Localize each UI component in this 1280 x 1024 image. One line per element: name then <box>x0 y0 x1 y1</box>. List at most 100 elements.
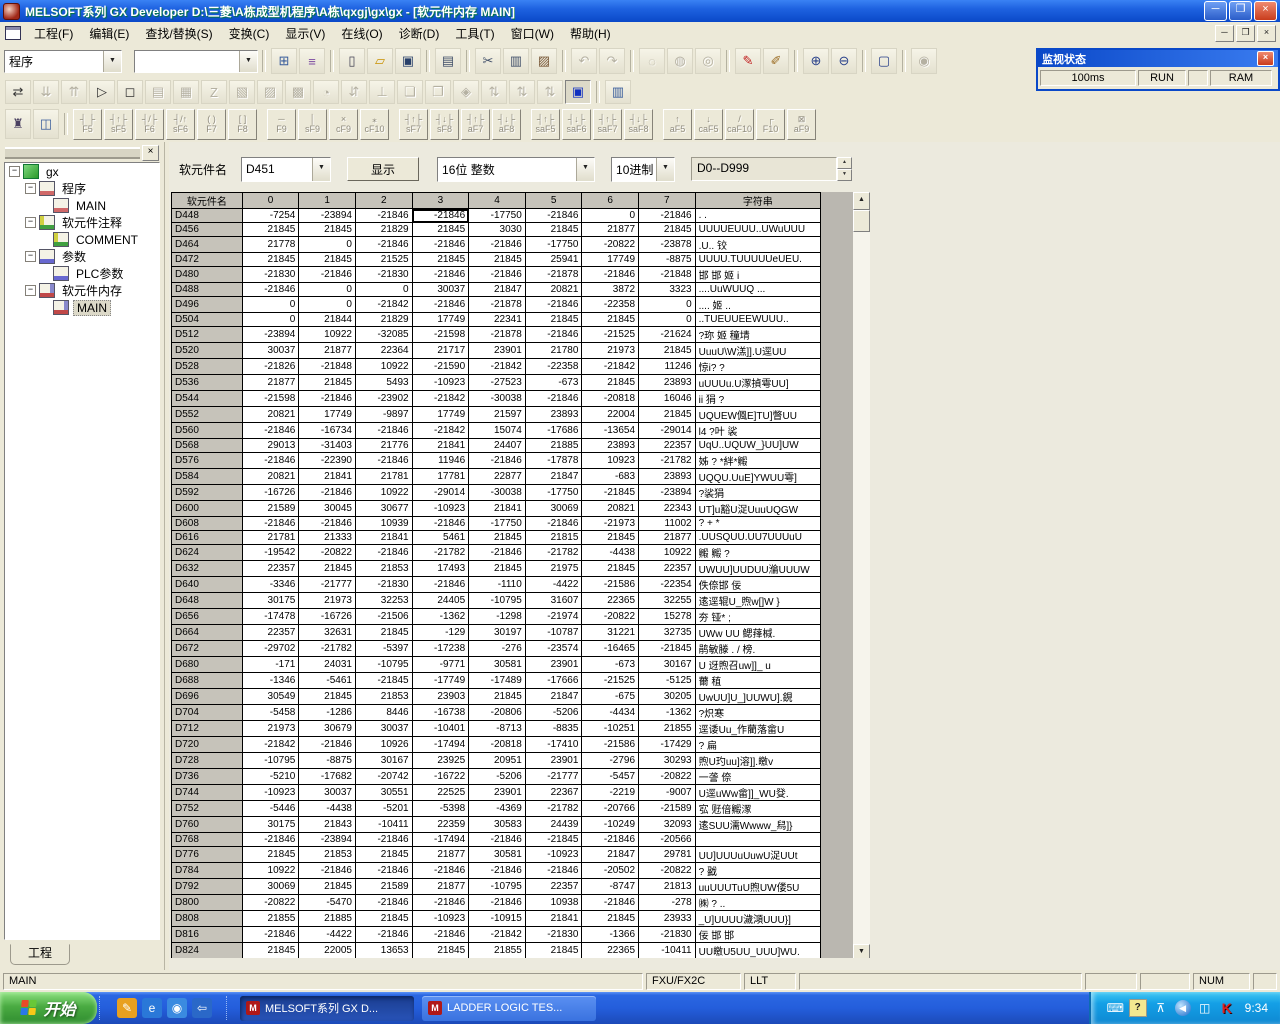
value-cell[interactable]: 10926 <box>355 737 412 753</box>
value-cell[interactable]: 30677 <box>355 501 412 517</box>
value-cell[interactable]: -21846 <box>582 833 639 847</box>
string-cell[interactable]: ?裟狷 <box>695 485 820 501</box>
value-cell[interactable]: -20818 <box>469 737 526 753</box>
device-cell[interactable]: D528 <box>172 359 243 375</box>
ladder-write-button[interactable]: ✎ <box>735 48 761 74</box>
monitor-status-titlebar[interactable]: 监视状态 × <box>1038 50 1278 67</box>
value-cell[interactable]: -21842 <box>469 359 526 375</box>
tree-item-MAIN[interactable]: MAIN <box>5 299 159 316</box>
string-cell[interactable]: ?珎 姬 穜埥 <box>695 327 820 343</box>
value-cell[interactable]: -5457 <box>582 769 639 785</box>
value-cell[interactable]: 22365 <box>582 943 639 959</box>
value-cell[interactable]: -675 <box>582 689 639 705</box>
value-cell[interactable]: 0 <box>299 237 356 253</box>
device-cell[interactable]: D576 <box>172 453 243 469</box>
device-cell[interactable]: D744 <box>172 785 243 801</box>
menu-item[interactable]: 变换(C) <box>221 25 278 43</box>
value-cell[interactable]: -17749 <box>412 673 469 689</box>
value-cell[interactable]: -17750 <box>525 485 582 501</box>
value-cell[interactable]: -20566 <box>639 833 696 847</box>
value-cell[interactable]: 31221 <box>582 625 639 641</box>
collapse-icon[interactable]: − <box>25 251 36 262</box>
device-range-stepper[interactable]: ▲ ▼ <box>837 157 852 181</box>
value-cell[interactable]: 0 <box>242 313 299 327</box>
start-button[interactable]: 开始 <box>0 992 97 1024</box>
string-cell[interactable] <box>695 833 820 847</box>
device-cell[interactable]: D712 <box>172 721 243 737</box>
chevron-down-icon[interactable]: ▼ <box>239 51 257 72</box>
copy-button[interactable]: ▥ <box>503 48 529 74</box>
device-cell[interactable]: D592 <box>172 485 243 501</box>
value-cell[interactable]: 3323 <box>639 283 696 297</box>
value-cell[interactable]: -21848 <box>639 267 696 283</box>
menu-item[interactable]: 查找/替换(S) <box>137 25 220 43</box>
value-cell[interactable]: -21782 <box>639 453 696 469</box>
value-cell[interactable]: 21589 <box>355 879 412 895</box>
value-cell[interactable]: -29014 <box>639 423 696 439</box>
device-cell[interactable]: D512 <box>172 327 243 343</box>
value-cell[interactable]: -21525 <box>582 327 639 343</box>
antivirus-icon[interactable]: K <box>1219 1000 1235 1016</box>
value-cell[interactable]: -21845 <box>582 485 639 501</box>
value-cell[interactable]: 25941 <box>525 253 582 267</box>
value-cell[interactable]: -8713 <box>469 721 526 737</box>
value-cell[interactable]: -17686 <box>525 423 582 439</box>
value-cell[interactable]: 10939 <box>355 517 412 531</box>
value-cell[interactable]: -21846 <box>582 267 639 283</box>
value-cell[interactable]: 21845 <box>355 625 412 641</box>
value-cell[interactable]: 23933 <box>639 911 696 927</box>
value-cell[interactable]: 30167 <box>639 657 696 673</box>
value-cell[interactable]: 21845 <box>242 223 299 237</box>
value-cell[interactable]: -21842 <box>412 391 469 407</box>
value-cell[interactable]: -1298 <box>469 609 526 625</box>
value-cell[interactable]: 17749 <box>412 313 469 327</box>
value-cell[interactable]: 21845 <box>299 375 356 391</box>
value-cell[interactable]: 30037 <box>412 283 469 297</box>
value-cell[interactable]: -21846 <box>469 863 526 879</box>
value-cell[interactable]: 30037 <box>299 785 356 801</box>
taskbar-task-button[interactable]: MMELSOFT系列 GX D... <box>240 996 414 1021</box>
value-cell[interactable]: -21846 <box>412 895 469 911</box>
string-cell[interactable]: . . <box>695 209 820 223</box>
value-cell[interactable]: -21777 <box>299 577 356 593</box>
menu-item[interactable]: 编辑(E) <box>81 25 137 43</box>
value-cell[interactable]: 17749 <box>412 407 469 423</box>
value-cell[interactable]: -9771 <box>412 657 469 673</box>
value-cell[interactable]: 21877 <box>242 375 299 391</box>
value-cell[interactable]: -21846 <box>299 391 356 407</box>
string-cell[interactable]: 鹃敏滕 . / 榜. <box>695 641 820 657</box>
value-cell[interactable]: 21845 <box>582 911 639 927</box>
tree-item-软元件内存[interactable]: −软元件内存 <box>5 282 159 299</box>
string-cell[interactable]: 邯 邯 姬 i <box>695 267 820 283</box>
value-cell[interactable]: -32085 <box>355 327 412 343</box>
value-cell[interactable]: 10938 <box>525 895 582 911</box>
value-cell[interactable]: -21624 <box>639 327 696 343</box>
device-cell[interactable]: D600 <box>172 501 243 517</box>
value-cell[interactable]: 21877 <box>412 879 469 895</box>
value-cell[interactable]: 17781 <box>412 469 469 485</box>
value-cell[interactable]: 22357 <box>639 561 696 577</box>
value-cell[interactable]: -21845 <box>355 673 412 689</box>
value-cell[interactable]: 21333 <box>299 531 356 545</box>
menu-item[interactable]: 诊断(D) <box>391 25 448 43</box>
value-cell[interactable]: 3030 <box>469 223 526 237</box>
tree-item-参数[interactable]: −参数 <box>5 248 159 265</box>
string-cell[interactable]: UUUUEUUU..UWuUUU <box>695 223 820 237</box>
split-window-button[interactable]: ▢ <box>871 48 897 74</box>
value-cell[interactable]: -21846 <box>299 863 356 879</box>
value-cell[interactable]: 21778 <box>242 237 299 253</box>
menu-item[interactable]: 显示(V) <box>277 25 333 43</box>
transfer-setup-button[interactable]: ⇄ <box>5 80 31 104</box>
device-cell[interactable]: D768 <box>172 833 243 847</box>
value-cell[interactable]: -16465 <box>582 641 639 657</box>
string-cell[interactable]: UqU..UQUW_}UU]UW <box>695 439 820 453</box>
value-cell[interactable]: -21846 <box>412 517 469 531</box>
string-cell[interactable]: 夯 铔* ; <box>695 609 820 625</box>
display-format-combobox[interactable]: 16位 整数 ▼ <box>437 157 595 182</box>
value-cell[interactable]: -276 <box>469 641 526 657</box>
tree-item-gx[interactable]: −gx <box>5 163 159 180</box>
value-cell[interactable]: -21842 <box>582 359 639 375</box>
save-project-button[interactable]: ▣ <box>395 48 421 74</box>
value-cell[interactable]: -21878 <box>469 297 526 313</box>
device-cell[interactable]: D536 <box>172 375 243 391</box>
